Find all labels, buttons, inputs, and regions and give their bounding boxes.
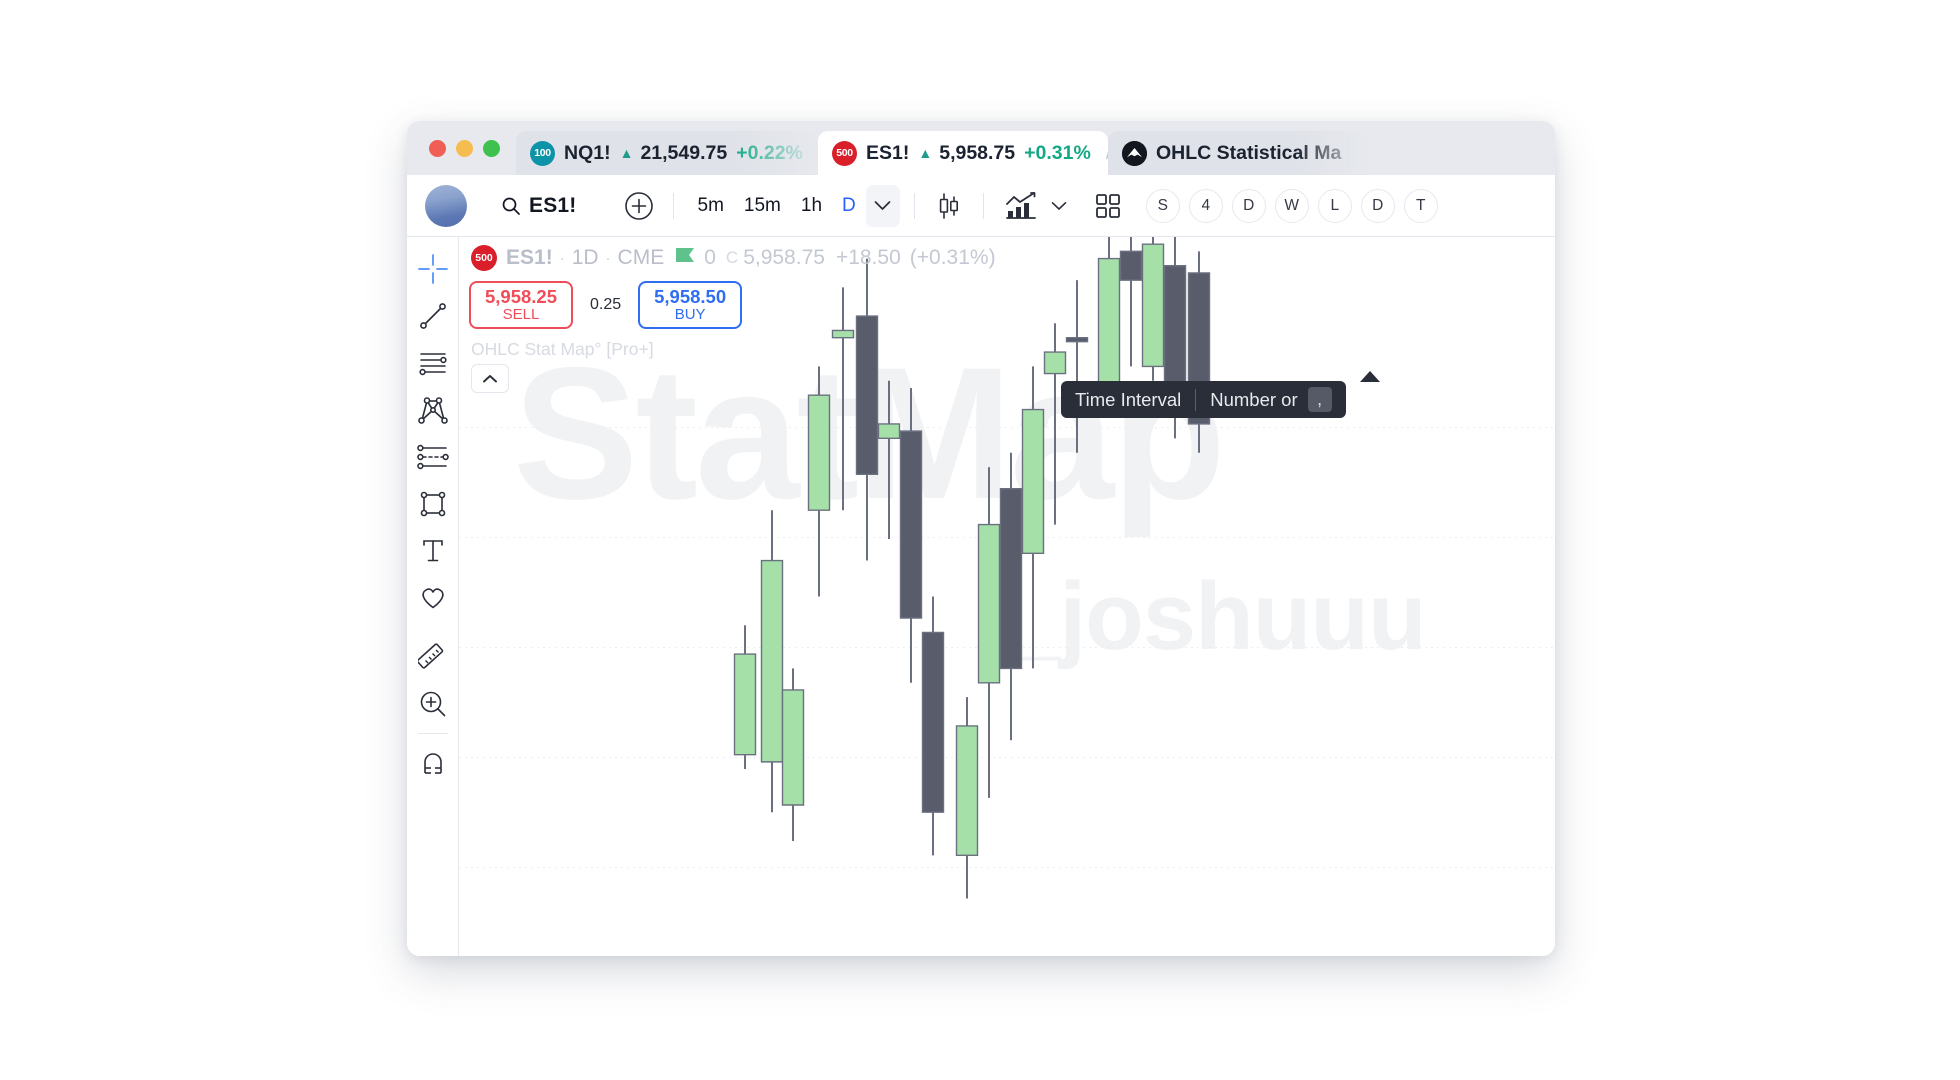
tab-price: 21,549.75 [640, 141, 728, 164]
chart-legend: 500 ES1! · 1D · CME 0 C 5,958.75 +18.50 [471, 245, 996, 271]
tab-title: OHLC Statistical Ma [1156, 141, 1342, 164]
layout-shortcut-group: S 4 D W L D T [1145, 188, 1447, 223]
timeframe-d[interactable]: D [832, 189, 866, 223]
indicator-title[interactable]: OHLC Stat Map° [Pro+] [471, 339, 654, 360]
chart-interval[interactable]: 1D [572, 246, 599, 270]
layout-button-l[interactable]: L [1317, 188, 1352, 223]
tab-direction-icon: ▲ [918, 145, 933, 161]
tab-ohlc-statistical-map[interactable]: OHLC Statistical Ma [1108, 131, 1368, 175]
tab-change-pct: +0.31% [1024, 141, 1091, 164]
tab-es1[interactable]: 500 ES1! ▲ 5,958.75 +0.31% / ✕ [818, 131, 1145, 175]
chart-symbol[interactable]: ES1! [506, 246, 553, 270]
sell-button[interactable]: 5,958.25 SELL [469, 281, 573, 329]
chart-exchange: CME [617, 246, 665, 269]
tab-direction-icon: ▲ [619, 145, 634, 161]
chart-change-abs: +18.50 [835, 246, 901, 269]
legend-dot: · [559, 249, 565, 267]
toolbar-divider [982, 192, 984, 219]
keyboard-shortcut-badge: , [1307, 387, 1332, 412]
magnet-tool[interactable] [411, 740, 455, 787]
fib-retracement-tool[interactable] [411, 433, 455, 480]
layout-button-s[interactable]: S [1145, 188, 1180, 223]
buy-button[interactable]: 5,958.50 BUY [638, 281, 743, 329]
layout-button-t[interactable]: T [1403, 188, 1438, 223]
indicators-button[interactable] [998, 186, 1044, 226]
timeframe-15m[interactable]: 15m [734, 189, 791, 223]
toolbar-divider [913, 192, 915, 219]
chart-change-pct: (+0.31%) [909, 246, 996, 269]
app-logo[interactable] [425, 184, 467, 227]
chart-symbol-badge: 500 [471, 245, 497, 271]
sell-label: SELL [502, 305, 540, 323]
tooltip-divider [1195, 388, 1197, 411]
tab-symbol: ES1! [866, 141, 910, 164]
add-symbol-button[interactable] [619, 186, 659, 226]
timeframe-dropdown-button[interactable] [865, 184, 900, 227]
close-window-button[interactable] [429, 139, 446, 157]
chevron-down-icon [874, 200, 891, 211]
shapes-tool[interactable] [411, 574, 455, 621]
tab-badge-500: 500 [832, 140, 857, 166]
symbol-search-button[interactable]: ES1! [493, 189, 585, 223]
order-ticket: 5,958.25 SELL 0.25 5,958.50 BUY [469, 281, 743, 329]
chart-legend-row: 500 ES1! · 1D · CME 0 C 5,958.75 +18.50 [471, 245, 996, 271]
spread-value: 0.25 [590, 296, 622, 313]
chevron-down-icon [1051, 201, 1067, 211]
chart-type-button[interactable] [929, 186, 969, 226]
tab-badge-100: 100 [530, 140, 555, 166]
layout-button-4[interactable]: 4 [1188, 188, 1223, 223]
search-icon [501, 196, 521, 216]
layout-button-d2[interactable]: D [1360, 188, 1395, 223]
indicators-icon [1005, 191, 1037, 220]
collapse-indicator-button[interactable] [471, 364, 509, 393]
grid-layout-icon [1095, 193, 1121, 219]
timeframe-tooltip: Time Interval Number or , [1061, 381, 1346, 418]
crosshair-tool[interactable] [411, 245, 455, 292]
symbol-label: ES1! [529, 193, 577, 217]
traffic-light-controls [421, 121, 516, 175]
sidebar-divider [417, 733, 448, 734]
tooltip-hint: Number or [1210, 388, 1298, 410]
toolbar-divider [672, 192, 674, 219]
chart-ohlc-tail: 0 [704, 246, 716, 269]
layout-button-w[interactable]: W [1274, 188, 1309, 223]
timeframe-1h[interactable]: 1h [791, 189, 832, 223]
trend-line-tool[interactable] [411, 292, 455, 339]
minimize-window-button[interactable] [456, 139, 473, 157]
timeframe-5m[interactable]: 5m [688, 189, 734, 223]
sell-price: 5,958.25 [484, 285, 557, 307]
green-flag-icon [676, 248, 695, 268]
tradingview-logo-icon [1122, 140, 1147, 166]
drawing-tools-sidebar [407, 237, 459, 956]
window-body: StatMap _joshuuu 500 ES1! · 1D · CME [407, 237, 1555, 956]
layout-button-d[interactable]: D [1231, 188, 1266, 223]
tooltip-title: Time Interval [1075, 388, 1182, 410]
zoom-in-tool[interactable] [411, 680, 455, 727]
rectangle-tool[interactable] [411, 480, 455, 527]
buy-price: 5,958.50 [654, 285, 727, 307]
close-label: C [725, 248, 739, 267]
indicators-dropdown-button[interactable] [1044, 186, 1074, 226]
legend-dot: · [605, 249, 611, 267]
pitchfork-tool[interactable] [411, 386, 455, 433]
text-tool[interactable] [411, 527, 455, 574]
candlestick-icon [936, 192, 962, 220]
chart-close-value: 5,958.75 [743, 246, 825, 269]
tab-nq1[interactable]: 100 NQ1! ▲ 21,549.75 +0.22% ✕ [516, 131, 837, 175]
measure-tool[interactable] [411, 633, 455, 680]
main-toolbar: ES1! 5m 15m 1h D S 4 D W L D T [407, 175, 1555, 237]
tooltip-arrow [1360, 371, 1380, 382]
chart-pane[interactable]: StatMap _joshuuu 500 ES1! · 1D · CME [459, 237, 1555, 956]
tab-price: 5,958.75 [939, 141, 1016, 164]
horizontal-lines-tool[interactable] [411, 339, 455, 386]
maximize-window-button[interactable] [483, 139, 500, 157]
layout-button[interactable] [1088, 186, 1128, 226]
tab-symbol: NQ1! [564, 141, 611, 164]
tab-change-pct: +0.22% [736, 141, 803, 164]
buy-label: BUY [674, 305, 706, 323]
tab-bar: 100 NQ1! ▲ 21,549.75 +0.22% ✕ 500 ES1! ▲… [407, 121, 1555, 175]
app-window: 100 NQ1! ▲ 21,549.75 +0.22% ✕ 500 ES1! ▲… [407, 121, 1555, 956]
chevron-up-icon [482, 374, 498, 384]
